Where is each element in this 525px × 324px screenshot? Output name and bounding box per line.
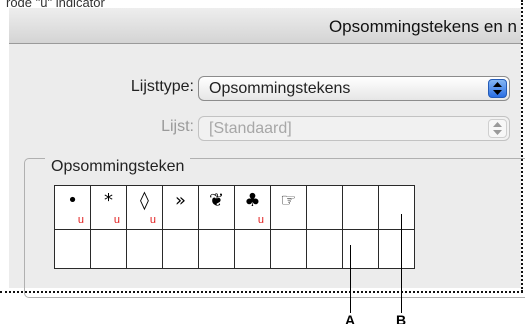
bullet-cell[interactable]: ♣ u [234,185,271,230]
title-bar: Opsommingstekens en n [9,8,521,44]
bullet-cell[interactable]: » [162,185,199,230]
empty-bullet-cell[interactable] [90,229,127,269]
bullet-glyph: ☞ [280,190,297,211]
empty-bullet-cell[interactable] [342,229,379,269]
bullet-cell[interactable] [378,185,415,230]
list-type-label: Lijsttype: [130,78,194,95]
crop-edge-right [521,0,523,292]
empty-bullet-cell[interactable] [306,229,343,269]
up-down-arrows-icon [488,79,507,98]
empty-bullet-cell[interactable] [162,229,199,269]
red-u-indicator: u [257,214,264,226]
bullet-glyph: » [174,190,186,211]
bullet-cell[interactable]: • u [54,185,91,230]
bullet-cell[interactable]: * u [90,185,127,230]
callout-label-b: B [396,312,407,324]
list-value: [Standaard] [209,120,292,137]
crop-edge-bottom [0,291,523,293]
bullet-group-title: Opsommingsteken [45,158,191,176]
window-title: Opsommingstekens en n [328,17,517,36]
list-type-value: Opsommingstekens [209,80,351,97]
red-u-indicator: u [77,214,84,226]
bullet-glyph: * [104,190,113,211]
empty-bullet-cell[interactable] [198,229,235,269]
list-select[interactable]: [Standaard] [198,116,510,141]
empty-bullet-cell[interactable] [54,229,91,269]
bullet-character-grid: • u * u ◊ u » ❦ ♣ u ☞ [54,185,415,269]
bullet-glyph: ❦ [208,190,225,211]
empty-bullet-cell[interactable] [126,229,163,269]
bullet-cell[interactable] [306,185,343,230]
list-type-select[interactable]: Opsommingstekens [198,76,510,101]
up-down-arrows-icon [488,119,507,138]
red-u-indicator: u [113,214,120,226]
empty-bullet-cell[interactable] [270,229,307,269]
callout-line-a [350,245,351,313]
bullet-cell[interactable]: ❦ [198,185,235,230]
callout-line-b [401,214,402,313]
red-u-indicator: u [149,214,156,226]
bullet-glyph: • [67,190,78,211]
bullet-cell[interactable] [342,185,379,230]
bullet-cell[interactable]: ◊ u [126,185,163,230]
empty-bullet-cell[interactable] [234,229,271,269]
callout-label-a: A [345,312,356,324]
empty-bullet-cell[interactable] [378,229,415,269]
bullet-glyph: ◊ [140,190,149,211]
list-label: Lijst: [161,118,194,135]
bullet-glyph: ♣ [244,190,261,211]
bullet-cell[interactable]: ☞ [270,185,307,230]
